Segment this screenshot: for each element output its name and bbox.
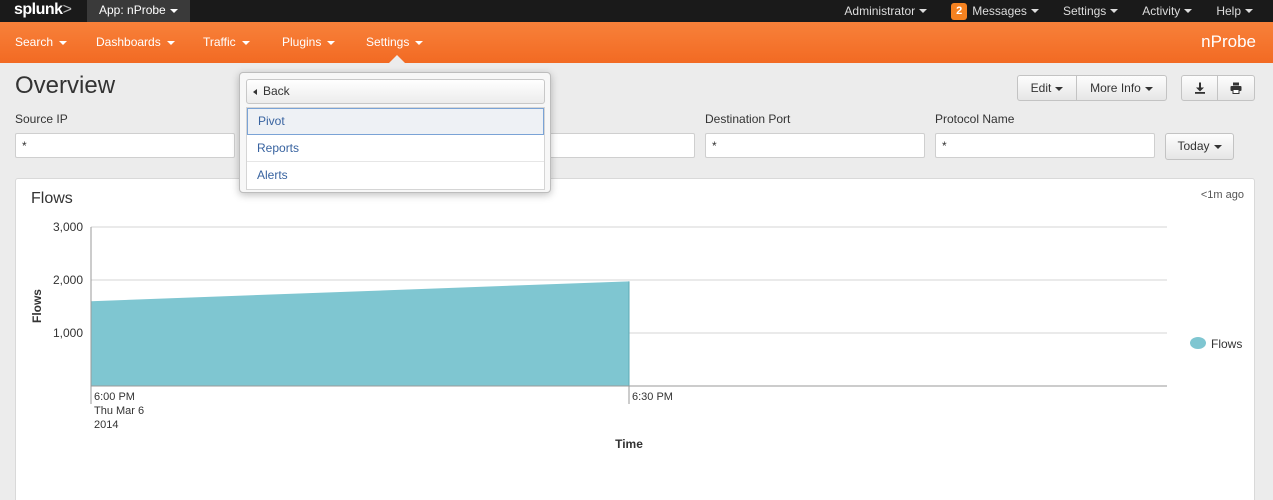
messages-menu[interactable]: 2 Messages <box>951 0 1039 22</box>
edit-button-group: Edit More Info <box>1017 75 1167 101</box>
chevron-down-icon <box>1144 86 1153 91</box>
app-menu-button[interactable]: App: nProbe <box>87 0 190 22</box>
messages-count-badge: 2 <box>951 2 968 20</box>
top-bar: splunk> App: nProbe Administrator 2 Messa… <box>0 0 1273 22</box>
y-tick-label: 2,000 <box>53 273 83 287</box>
app-nav-bar: Search Dashboards Traffic Plugins Settin… <box>0 22 1273 63</box>
area-series <box>91 281 629 386</box>
protocol-name-input[interactable] <box>935 133 1155 158</box>
export-button[interactable] <box>1182 76 1218 100</box>
chevron-down-icon <box>415 40 424 45</box>
legend-label: Flows <box>1211 337 1242 351</box>
source-ip-input[interactable] <box>15 133 235 158</box>
protocol-name-label: Protocol Name <box>935 112 1015 126</box>
x-tick-label: Thu Mar 6 <box>94 405 144 417</box>
settings-dropdown: Back Pivot Reports Alerts <box>239 72 551 193</box>
administrator-menu[interactable]: Administrator <box>844 0 928 22</box>
chevron-down-icon <box>1245 9 1253 13</box>
menu-item-pivot[interactable]: Pivot <box>247 108 544 135</box>
chevron-down-icon <box>1110 9 1119 13</box>
page-title: Overview <box>15 72 116 99</box>
x-tick-label: 6:00 PM <box>94 391 135 403</box>
nav-traffic[interactable]: Traffic <box>203 22 250 63</box>
y-axis-title: Flows <box>30 289 44 323</box>
help-menu[interactable]: Help <box>1216 0 1253 22</box>
destination-port-input[interactable] <box>705 133 925 158</box>
activity-menu[interactable]: Activity <box>1142 0 1193 22</box>
flows-panel: Flows <1m ago 1,000 2,000 3,000 6:00 PM Thu … <box>15 178 1255 500</box>
settings-menu-list: Pivot Reports Alerts <box>246 107 545 190</box>
chevron-down-icon <box>1184 9 1193 13</box>
y-tick-label: 1,000 <box>53 326 83 340</box>
nav-plugins[interactable]: Plugins <box>282 22 336 63</box>
settings-menu[interactable]: Settings <box>1063 0 1119 22</box>
hidden-filter-input[interactable] <box>545 133 695 158</box>
chevron-down-icon <box>1055 86 1064 91</box>
back-button[interactable]: Back <box>246 79 545 104</box>
export-print-group <box>1181 75 1255 101</box>
destination-port-label: Destination Port <box>705 112 791 126</box>
print-icon <box>1230 82 1242 94</box>
nav-dashboards[interactable]: Dashboards <box>96 22 175 63</box>
chevron-down-icon <box>59 40 68 45</box>
app-title: nProbe <box>1201 32 1256 51</box>
menu-item-reports[interactable]: Reports <box>247 135 544 162</box>
x-tick-label: 6:30 PM <box>632 391 673 403</box>
chevron-left-icon <box>253 88 257 95</box>
y-tick-label: 3,000 <box>53 220 83 234</box>
chevron-down-icon <box>169 8 178 13</box>
chevron-down-icon <box>919 9 928 13</box>
menu-item-alerts[interactable]: Alerts <box>247 162 544 189</box>
x-tick-label: 2014 <box>94 419 118 431</box>
more-info-button[interactable]: More Info <box>1077 76 1166 100</box>
chevron-down-icon <box>327 40 336 45</box>
flows-chart: 1,000 2,000 3,000 6:00 PM Thu Mar 6 2014 6:30 … <box>30 220 1242 451</box>
print-button[interactable] <box>1218 76 1254 100</box>
source-ip-label: Source IP <box>15 112 68 126</box>
splunk-logo[interactable]: splunk> <box>14 1 72 19</box>
download-icon <box>1194 82 1205 94</box>
chevron-down-icon <box>166 40 175 45</box>
x-axis-title: Time <box>615 437 643 451</box>
legend-swatch <box>1190 337 1206 349</box>
edit-button[interactable]: Edit <box>1018 76 1077 100</box>
nav-search[interactable]: Search <box>15 22 68 63</box>
chevron-down-icon <box>1030 9 1039 13</box>
chevron-down-icon <box>1213 144 1222 149</box>
menu-pointer <box>389 55 405 63</box>
time-range-picker[interactable]: Today <box>1165 133 1234 160</box>
chevron-down-icon <box>241 40 250 45</box>
